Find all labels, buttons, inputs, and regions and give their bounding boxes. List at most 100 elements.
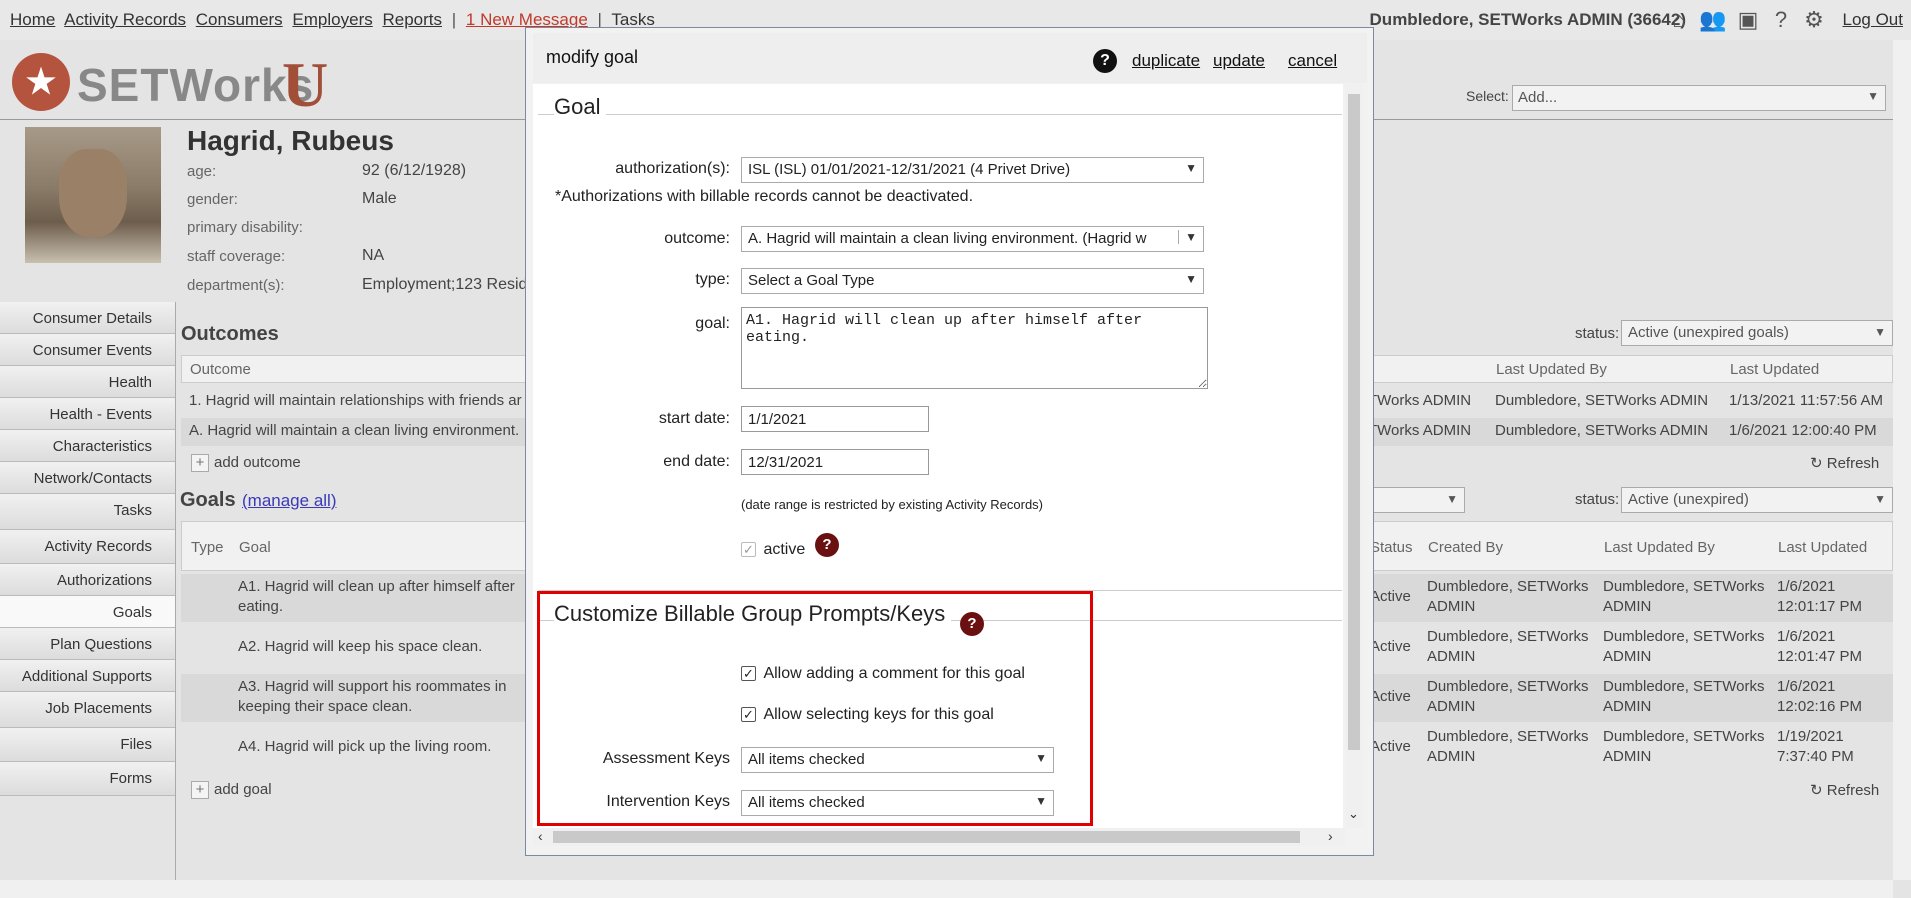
- sidebar-item-activity-records[interactable]: Activity Records: [0, 530, 175, 564]
- goals-status-select[interactable]: Active (unexpired) ▼: [1621, 487, 1893, 513]
- chevron-down-icon: ▼: [1178, 230, 1197, 244]
- active-help-icon[interactable]: ?: [815, 533, 839, 557]
- nav-employers-link[interactable]: Employers: [292, 10, 372, 29]
- updated-by-line2: ADMIN: [1603, 748, 1652, 765]
- goal-cell-line2: keeping their space clean.: [238, 698, 413, 715]
- users-icon[interactable]: 👥: [1699, 6, 1727, 34]
- nav-activity-records-link[interactable]: Activity Records: [64, 10, 186, 29]
- scrollbar-thumb[interactable]: [1348, 94, 1360, 750]
- column-last-updated-by[interactable]: Last Updated By: [1604, 539, 1715, 556]
- sidebar-item-tasks[interactable]: Tasks: [0, 494, 175, 530]
- outcomes-refresh-button[interactable]: ↻ Refresh: [1810, 454, 1879, 472]
- manage-all-link[interactable]: (manage all): [242, 491, 337, 511]
- goal-textarea[interactable]: A1. Hagrid will clean up after himself a…: [741, 307, 1208, 389]
- updated-line1: 1/6/2021: [1777, 678, 1836, 695]
- sidebar-item-job-placements[interactable]: Job Placements: [0, 692, 175, 728]
- outcome-label: outcome:: [664, 230, 730, 247]
- sidebar-item-additional-supports[interactable]: Additional Supports: [0, 660, 175, 692]
- nav-consumers-link[interactable]: Consumers: [196, 10, 283, 29]
- updated-by-line2: ADMIN: [1603, 698, 1652, 715]
- column-outcome[interactable]: Outcome: [190, 361, 251, 378]
- duplicate-button[interactable]: duplicate: [1132, 51, 1200, 71]
- type-label: type:: [695, 271, 730, 288]
- chevron-down-icon[interactable]: ⌄: [1348, 806, 1359, 822]
- logout-link[interactable]: Log Out: [1843, 10, 1904, 30]
- sidebar-item-authorizations[interactable]: Authorizations: [0, 564, 175, 596]
- outcome-select[interactable]: A. Hagrid will maintain a clean living e…: [741, 226, 1204, 252]
- start-date-input[interactable]: [741, 406, 929, 432]
- add-select[interactable]: Add... ▼: [1512, 85, 1886, 111]
- goal-cell-line1: A3. Hagrid will support his roommates in: [238, 678, 507, 695]
- goals-refresh-button[interactable]: ↻ Refresh: [1810, 781, 1879, 799]
- detail-label: department(s):: [187, 277, 285, 294]
- update-button[interactable]: update: [1213, 51, 1265, 71]
- created-by-cell: ETWorks ADMIN: [1358, 392, 1472, 409]
- status-cell: Active: [1370, 738, 1411, 755]
- add-outcome-button[interactable]: + add outcome: [191, 454, 301, 472]
- detail-value: Male: [362, 190, 397, 207]
- chevron-left-icon[interactable]: ‹: [538, 828, 543, 844]
- column-status[interactable]: Status: [1370, 539, 1413, 556]
- sidebar-item-characteristics[interactable]: Characteristics: [0, 430, 175, 462]
- goal-cell-line2: eating.: [238, 598, 284, 615]
- authorization-select[interactable]: ISL (ISL) 01/01/2021-12/31/2021 (4 Prive…: [741, 157, 1204, 183]
- updated-by-cell: Dumbledore, SETWorks ADMIN: [1495, 392, 1709, 409]
- cancel-button[interactable]: cancel: [1288, 51, 1337, 71]
- created-by-line2: ADMIN: [1427, 648, 1476, 665]
- nav-home-link[interactable]: Home: [10, 10, 55, 29]
- scrollbar-thumb[interactable]: [553, 831, 1300, 843]
- page-horizontal-scrollbar[interactable]: [0, 880, 1893, 898]
- end-date-input[interactable]: [741, 449, 929, 475]
- type-select[interactable]: Select a Goal Type ▼: [741, 268, 1204, 294]
- sidebar-item-network-contacts[interactable]: Network/Contacts: [0, 462, 175, 494]
- goals-filter-select[interactable]: ▼: [1373, 487, 1465, 513]
- column-type[interactable]: Type: [191, 539, 224, 556]
- page-vertical-scrollbar[interactable]: [1893, 40, 1911, 880]
- sidebar-item-files[interactable]: Files: [0, 728, 175, 762]
- gear-icon[interactable]: ⚙: [1800, 6, 1828, 34]
- refresh-icon: ↻: [1810, 782, 1827, 799]
- consumer-photo: [25, 127, 161, 263]
- sidebar-item-plan-questions[interactable]: Plan Questions: [0, 628, 175, 660]
- created-by-line2: ADMIN: [1427, 698, 1476, 715]
- nav-reports-link[interactable]: Reports: [382, 10, 442, 29]
- refresh-label: Refresh: [1826, 782, 1880, 799]
- outcomes-title: Outcomes: [181, 323, 279, 345]
- help-icon[interactable]: ?: [1093, 49, 1117, 73]
- goals-status-label: status:: [1575, 491, 1620, 508]
- sidebar-item-health[interactable]: Health: [0, 366, 175, 398]
- column-last-updated-by[interactable]: Last Updated By: [1496, 361, 1607, 378]
- consumer-name: Hagrid, Rubeus: [187, 125, 394, 156]
- help-icon[interactable]: ?: [1767, 6, 1795, 34]
- active-checkbox-row[interactable]: ✓ active: [741, 541, 805, 559]
- chevron-right-icon[interactable]: ›: [1328, 828, 1333, 844]
- add-goal-button[interactable]: + add goal: [191, 781, 272, 799]
- column-goal[interactable]: Goal: [239, 539, 271, 556]
- updated-by-line1: Dumbledore, SETWorks: [1603, 678, 1765, 695]
- sidebar-item-consumer-details[interactable]: Consumer Details: [0, 302, 175, 334]
- outcomes-status-select[interactable]: Active (unexpired goals) ▼: [1621, 320, 1893, 346]
- updated-line1: 1/6/2021: [1777, 578, 1836, 595]
- column-created-by[interactable]: Created By: [1428, 539, 1503, 556]
- column-last-updated[interactable]: Last Updated: [1778, 539, 1867, 556]
- updated-by-cell: Dumbledore, SETWorks ADMIN: [1495, 422, 1709, 439]
- home-icon[interactable]: ⌂: [1665, 6, 1693, 34]
- sidebar-item-goals[interactable]: Goals: [0, 596, 175, 628]
- updated-by-line2: ADMIN: [1603, 648, 1652, 665]
- sidebar-item-consumer-events[interactable]: Consumer Events: [0, 334, 175, 366]
- dialog-horizontal-scrollbar[interactable]: ‹ ›: [533, 828, 1345, 846]
- active-checkbox[interactable]: ✓: [741, 542, 756, 558]
- created-by-line2: ADMIN: [1427, 598, 1476, 615]
- nav-separator: |: [451, 10, 457, 29]
- status-cell: Active: [1370, 588, 1411, 605]
- dialog-vertical-scrollbar[interactable]: ⌄: [1345, 84, 1363, 828]
- updated-line1: 1/19/2021: [1777, 728, 1844, 745]
- sidebar: Consumer Details Consumer Events Health …: [0, 302, 175, 796]
- sidebar-item-health-events[interactable]: Health - Events: [0, 398, 175, 430]
- authorization-value: ISL (ISL) 01/01/2021-12/31/2021 (4 Prive…: [748, 161, 1071, 178]
- updated-cell: 1/13/2021 11:57:56 AM: [1729, 392, 1884, 409]
- column-last-updated[interactable]: Last Updated: [1730, 361, 1819, 378]
- goal-cell-line1: A1. Hagrid will clean up after himself a…: [238, 578, 515, 595]
- briefcase-icon[interactable]: ▣: [1734, 6, 1762, 34]
- sidebar-item-forms[interactable]: Forms: [0, 762, 175, 796]
